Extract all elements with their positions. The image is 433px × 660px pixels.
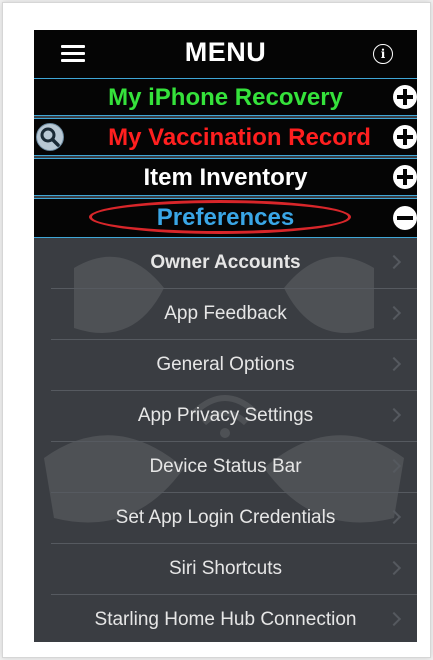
list-item-label: Owner Accounts [150,252,301,273]
section-label-item-inventory: Item Inventory [143,164,308,191]
list-item-general-options[interactable]: General Options [34,340,417,391]
plus-icon[interactable] [393,85,417,109]
list-item-label: Starling Home Hub Connection [94,609,357,630]
list-item-label: App Feedback [164,303,287,324]
nav-bar: MENU i [34,30,417,78]
list-item-owner-accounts[interactable]: Owner Accounts [34,238,417,289]
list-item-label: Siri Shortcuts [169,558,282,579]
list-item-label: Set App Login Credentials [115,507,336,528]
screenshot-frame: MENU i My iPhone Recovery My Vaccination… [2,2,431,658]
minus-icon[interactable] [393,206,417,230]
preferences-list: Owner Accounts App Feedback General Opti… [34,238,417,642]
plus-icon[interactable] [393,165,417,189]
list-item-device-status-bar[interactable]: Device Status Bar [34,442,417,493]
section-my-iphone-recovery[interactable]: My iPhone Recovery [34,78,417,116]
info-icon[interactable]: i [373,44,393,64]
list-item-set-app-login-credentials[interactable]: Set App Login Credentials [34,493,417,544]
section-item-inventory[interactable]: Item Inventory [34,158,417,196]
list-item-label: General Options [156,354,295,375]
page-title: MENU [184,37,267,67]
app-screen: MENU i My iPhone Recovery My Vaccination… [34,30,417,642]
list-item-app-feedback[interactable]: App Feedback [34,289,417,340]
section-label-my-vaccination-record: My Vaccination Record [108,124,371,151]
list-item-starling-home-hub-connection[interactable]: Starling Home Hub Connection [34,595,417,642]
search-icon[interactable] [36,123,64,151]
section-preferences[interactable]: Preferences [34,198,417,238]
list-item-label: App Privacy Settings [137,405,314,426]
list-item-app-privacy-settings[interactable]: App Privacy Settings [34,391,417,442]
section-label-preferences: Preferences [156,204,295,231]
section-label-my-iphone-recovery: My iPhone Recovery [108,84,343,111]
section-my-vaccination-record[interactable]: My Vaccination Record [34,118,417,156]
plus-icon[interactable] [393,125,417,149]
list-item-label: Device Status Bar [149,456,302,477]
list-item-siri-shortcuts[interactable]: Siri Shortcuts [34,544,417,595]
